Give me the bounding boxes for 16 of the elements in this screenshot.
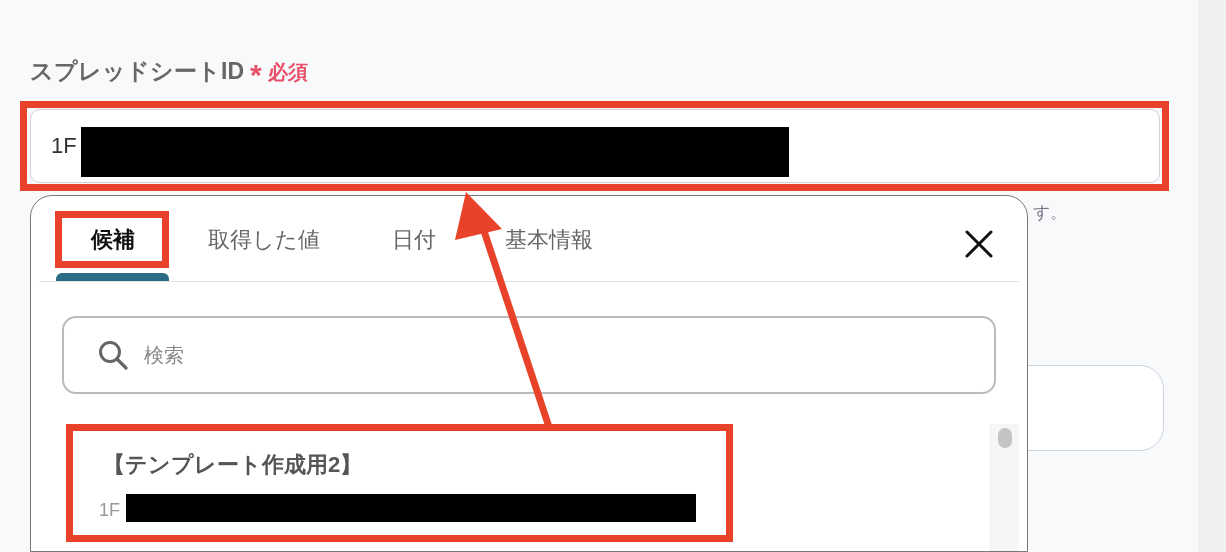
required-text: 必須 bbox=[267, 60, 308, 85]
tab[interactable]: 基本情報 bbox=[505, 220, 593, 260]
tab[interactable]: 取得した値 bbox=[208, 220, 320, 260]
field-label: スプレッドシートID bbox=[30, 57, 244, 86]
search-icon bbox=[98, 340, 128, 370]
search-field[interactable]: 検索 bbox=[62, 316, 996, 394]
close-icon[interactable] bbox=[965, 230, 993, 258]
tab[interactable]: 日付 bbox=[392, 220, 436, 260]
candidate-id: 1F bbox=[99, 500, 120, 521]
hint-text: す。 bbox=[1033, 202, 1067, 224]
required-mark: * bbox=[250, 58, 262, 92]
tab[interactable]: 候補 bbox=[63, 220, 162, 260]
scrollbar-thumb[interactable] bbox=[998, 428, 1012, 448]
candidate-title[interactable]: 【テンプレート作成用2】 bbox=[103, 450, 990, 480]
scrollbar[interactable] bbox=[990, 424, 1019, 551]
search-input[interactable]: 検索 bbox=[142, 342, 746, 368]
